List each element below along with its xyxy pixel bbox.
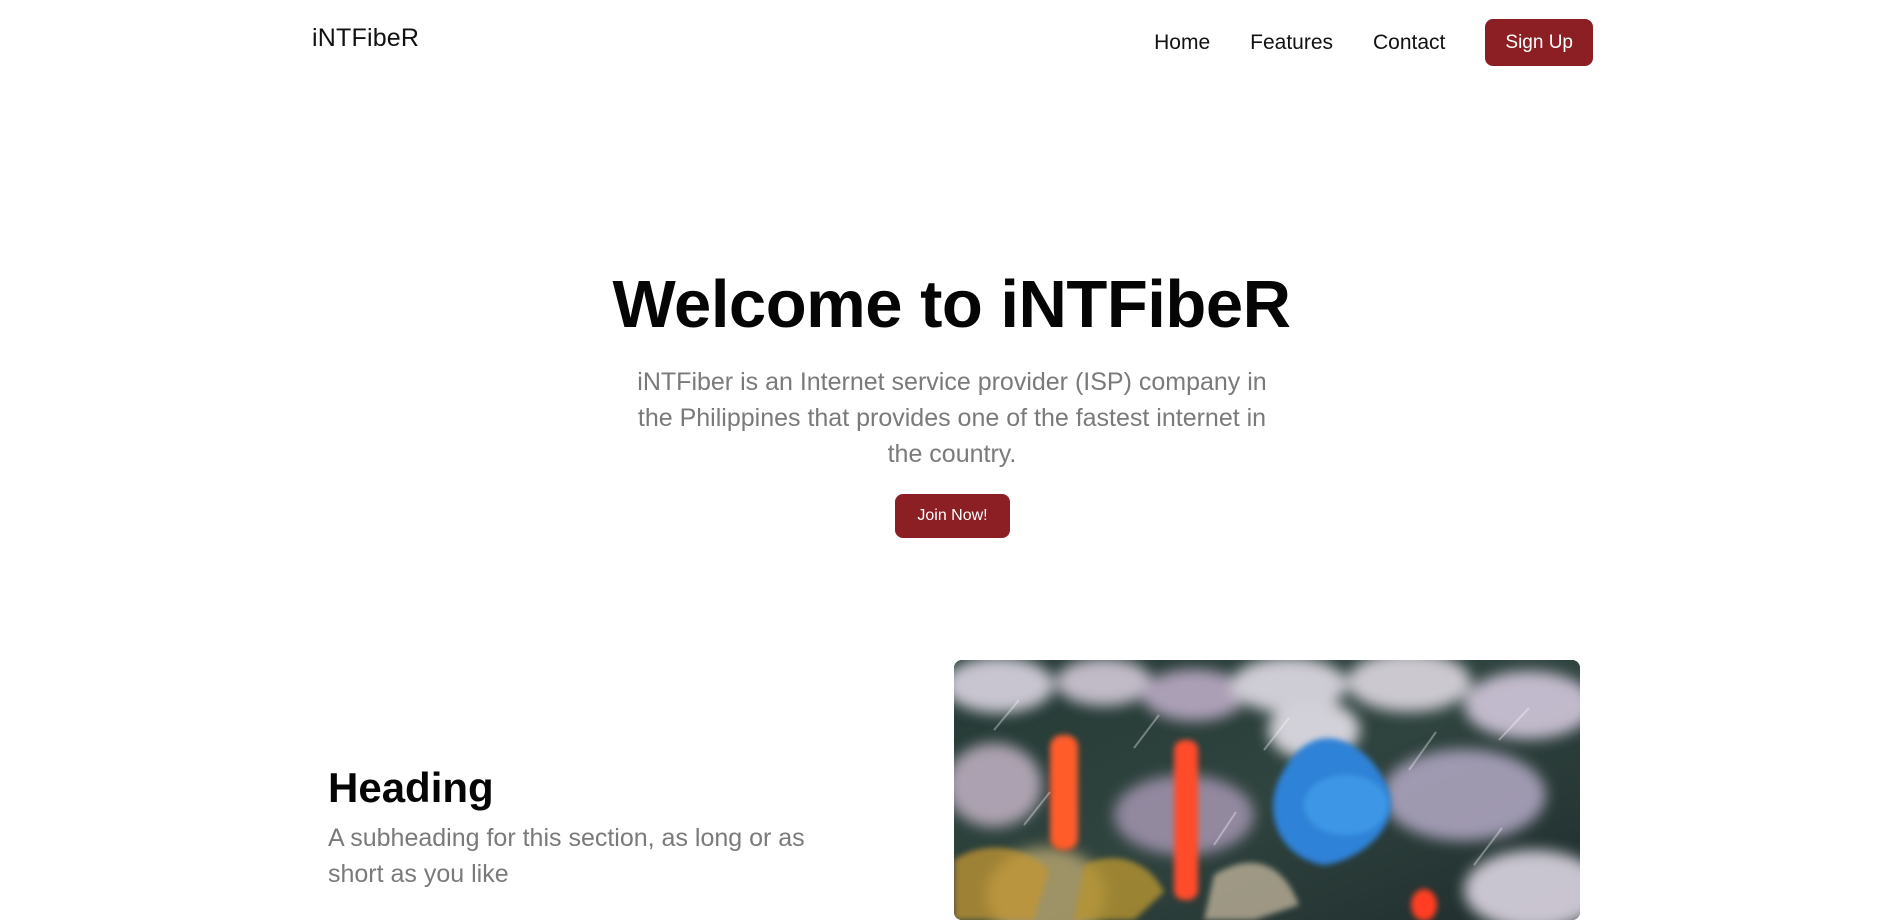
hero-description: iNTFiber is an Internet service provider…	[637, 368, 1267, 468]
nav-contact-link[interactable]: Contact	[1373, 31, 1445, 55]
site-logo[interactable]: iNTFibeR	[312, 24, 419, 53]
abstract-flowers-image	[954, 660, 1580, 920]
feature-image	[954, 660, 1580, 920]
hero-title: Welcome to iNTFibeR	[612, 267, 1291, 342]
nav-features-link[interactable]: Features	[1250, 31, 1333, 55]
feature-heading: Heading	[328, 764, 494, 811]
sign-up-button[interactable]: Sign Up	[1485, 19, 1593, 66]
join-now-button[interactable]: Join Now!	[895, 494, 1010, 538]
top-navigation: iNTFibeR Home Features Contact Sign Up	[0, 0, 1903, 86]
feature-subheading: A subheading for this section, as long o…	[328, 824, 805, 888]
main-nav: Home Features Contact Sign Up	[1154, 19, 1593, 66]
nav-home-link[interactable]: Home	[1154, 31, 1210, 55]
